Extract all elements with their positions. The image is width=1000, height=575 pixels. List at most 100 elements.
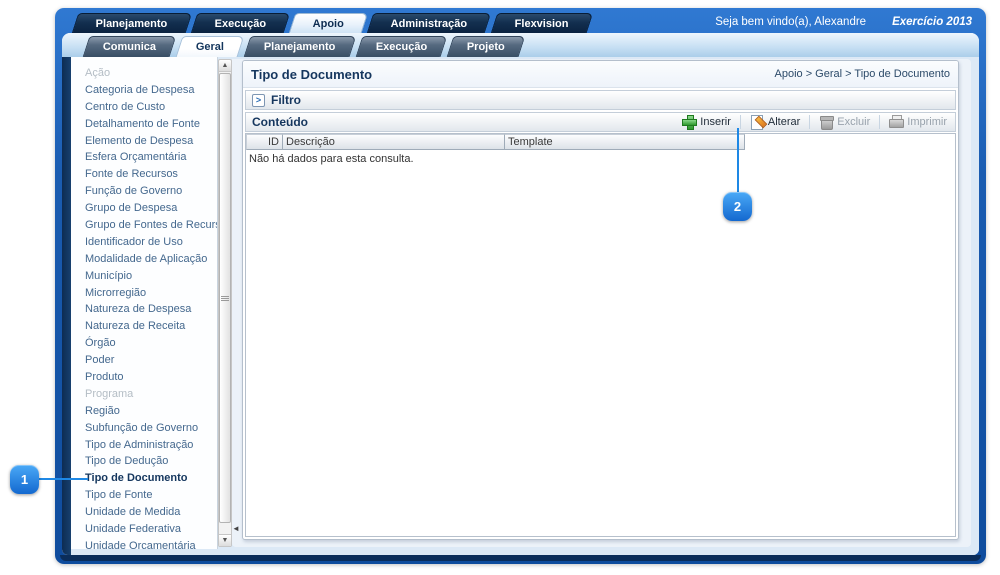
left-edge-decoration (62, 57, 71, 555)
inserir-button[interactable]: Inserir (682, 115, 731, 129)
sidebar-item[interactable]: Centro de Custo (71, 99, 217, 116)
toolbar-separator (740, 115, 741, 129)
sidebar-item[interactable]: Natureza de Receita (71, 318, 217, 335)
alterar-label: Alterar (768, 116, 800, 128)
top-tab[interactable]: Administração (367, 13, 492, 33)
expand-filter-icon[interactable]: > (252, 94, 265, 107)
exercise-label: Exercício 2013 (892, 16, 972, 28)
top-tab-label: Apoio (313, 18, 344, 30)
page-header: Tipo de Documento Apoio > Geral > Tipo d… (243, 61, 958, 88)
printer-icon (889, 115, 903, 129)
top-tab-label: Planejamento (96, 18, 168, 30)
column-header[interactable]: ID (246, 134, 283, 150)
sub-tab[interactable]: Geral (176, 36, 245, 57)
sidebar-item[interactable]: Tipo de Dedução (71, 453, 217, 470)
sidebar-item[interactable]: Detalhamento de Fonte (71, 116, 217, 133)
sidebar-item[interactable]: Ação (71, 65, 217, 82)
excluir-label: Excluir (837, 116, 870, 128)
table-header-row: ID Descrição Template (246, 134, 955, 150)
top-tab-label: Execução (214, 18, 265, 30)
page-title: Tipo de Documento (251, 67, 372, 82)
sidebar-item[interactable]: Unidade de Medida (71, 504, 217, 521)
sidebar-collapse-arrow[interactable]: ◄ (232, 525, 240, 533)
sub-tab-label: Execução (376, 41, 427, 53)
sub-tab-label: Planejamento (264, 41, 336, 53)
sidebar-item[interactable]: Tipo de Administração (71, 437, 217, 454)
sidebar-item[interactable]: Esfera Orçamentária (71, 149, 217, 166)
excluir-button[interactable]: Excluir (819, 115, 870, 129)
sidebar-item[interactable]: Grupo de Despesa (71, 200, 217, 217)
header-right: Seja bem vindo(a), Alexandre Exercício 2… (715, 16, 974, 30)
trash-icon (819, 115, 833, 129)
top-tab[interactable]: Planejamento (72, 13, 192, 33)
filter-label: Filtro (271, 93, 301, 107)
sidebar-item[interactable]: Programa (71, 386, 217, 403)
sidebar-item[interactable]: Identificador de Uso (71, 234, 217, 251)
annotation-line-2 (737, 128, 739, 192)
sub-tab-label: Projeto (467, 41, 505, 53)
sub-tab[interactable]: Planejamento (244, 36, 356, 57)
welcome-text: Seja bem vindo(a), Alexandre (715, 16, 866, 28)
sub-tab[interactable]: Projeto (447, 36, 526, 57)
imprimir-label: Imprimir (907, 116, 947, 128)
results-table: ID Descrição Template Não há dados para … (245, 133, 956, 537)
sidebar-item[interactable]: Município (71, 268, 217, 285)
sidebar-list: Ação Categoria de Despesa Centro de Cust… (71, 57, 217, 549)
annotation-line-1 (38, 478, 88, 480)
top-tab-strip: Planejamento Execução Apoio Administraçã… (75, 13, 589, 33)
top-tab-label: Flexvision (514, 18, 568, 30)
sidebar-item[interactable]: Natureza de Despesa (71, 301, 217, 318)
toolbar-separator (809, 115, 810, 129)
sidebar-item[interactable]: Elemento de Despesa (71, 133, 217, 150)
alterar-button[interactable]: Alterar (750, 115, 800, 129)
sidebar-item[interactable]: Tipo de Fonte (71, 487, 217, 504)
scroll-down-arrow[interactable]: ▼ (219, 534, 231, 546)
sidebar-item[interactable]: Modalidade de Aplicação (71, 251, 217, 268)
content-section-header: Conteúdo Inserir Alterar (245, 112, 956, 132)
plus-icon (682, 115, 696, 129)
sub-tab[interactable]: Execução (355, 36, 447, 57)
scroll-thumb[interactable] (219, 73, 231, 523)
sidebar-item[interactable]: Função de Governo (71, 183, 217, 200)
sub-tab-label: Comunica (103, 41, 156, 53)
empty-result-message: Não há dados para esta consulta. (246, 150, 955, 168)
app-window: Planejamento Execução Apoio Administraçã… (55, 8, 986, 564)
column-header[interactable]: Descrição (283, 134, 505, 150)
sub-tab-label: Geral (196, 41, 224, 53)
sub-tab[interactable]: Comunica (83, 36, 177, 57)
sidebar-item[interactable]: Tipo de Documento (71, 470, 217, 487)
toolbar: Inserir Alterar Excluir (682, 115, 949, 129)
content-label: Conteúdo (252, 115, 308, 129)
sidebar-item[interactable]: Produto (71, 369, 217, 386)
top-tab[interactable]: Flexvision (490, 13, 592, 33)
edit-icon (750, 115, 764, 129)
imprimir-button[interactable]: Imprimir (889, 115, 947, 129)
column-header[interactable]: Template (505, 134, 745, 150)
sidebar-item[interactable]: Unidade Orçamentária (71, 538, 217, 549)
sidebar-item[interactable]: Poder (71, 352, 217, 369)
annotation-badge-1: 1 (10, 465, 39, 494)
sidebar-item[interactable]: Subfunção de Governo (71, 420, 217, 437)
top-tab-label: Administração (391, 18, 467, 30)
sidebar-item[interactable]: Microrregião (71, 285, 217, 302)
sub-tab-strip: Comunica Geral Planejamento Execução Pro… (62, 33, 979, 57)
inner-container: Comunica Geral Planejamento Execução Pro… (62, 33, 979, 555)
toolbar-separator (879, 115, 880, 129)
main-panel: Tipo de Documento Apoio > Geral > Tipo d… (242, 60, 959, 540)
filter-section-header[interactable]: > Filtro (245, 90, 956, 110)
scroll-thumb-grip (221, 296, 229, 301)
top-tab[interactable]: Apoio (289, 13, 369, 33)
content-region: Ação Categoria de Despesa Centro de Cust… (62, 57, 979, 555)
top-tab[interactable]: Execução (190, 13, 290, 33)
main-area: Tipo de Documento Apoio > Geral > Tipo d… (232, 59, 971, 547)
scroll-up-arrow[interactable]: ▲ (219, 60, 231, 72)
annotation-badge-2: 2 (723, 192, 752, 221)
sidebar-item[interactable]: Categoria de Despesa (71, 82, 217, 99)
sidebar-item[interactable]: Região (71, 403, 217, 420)
sidebar-item[interactable]: Fonte de Recursos (71, 166, 217, 183)
sidebar-item[interactable]: Grupo de Fontes de Recursos (71, 217, 217, 234)
sidebar-item[interactable]: Unidade Federativa (71, 521, 217, 538)
sidebar-scrollbar[interactable]: ▲ ▼ (218, 59, 232, 547)
sidebar-item[interactable]: Órgão (71, 335, 217, 352)
top-navigation: Planejamento Execução Apoio Administraçã… (75, 12, 974, 33)
